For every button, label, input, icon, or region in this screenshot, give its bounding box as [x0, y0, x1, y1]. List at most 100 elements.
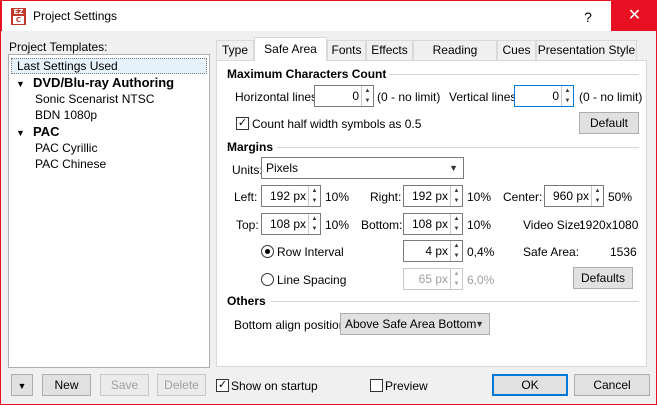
safe-area-label: Safe Area: — [523, 245, 580, 259]
bottom-align-label: Bottom align position: — [234, 318, 349, 332]
spinner-arrows-icon[interactable]: ▲ ▼ — [591, 186, 603, 206]
spinner-arrows-icon[interactable]: ▲ ▼ — [308, 214, 320, 234]
row-interval-percent: 0,4% — [467, 245, 495, 259]
half-width-label[interactable]: Count half width symbols as 0.5 — [252, 117, 421, 131]
right-margin-stepper[interactable]: 192 px ▲ ▼ — [403, 185, 463, 207]
left-margin-value: 192 px — [269, 189, 306, 203]
tab-effects[interactable]: Effects — [366, 40, 413, 60]
tab-type[interactable]: Type — [216, 40, 254, 60]
right-margin-label: Right: — [370, 190, 402, 204]
max-chars-divider — [389, 74, 639, 75]
bottom-align-value: Above Safe Area Bottom — [345, 317, 477, 331]
horizontal-lines-label: Horizontal lines: — [235, 90, 321, 104]
template-group-pac[interactable]: PAC — [33, 124, 59, 139]
safe-area-value: 1536 — [610, 245, 637, 259]
spinner-arrows-icon[interactable]: ▲ ▼ — [561, 86, 573, 106]
tab-reading-speed[interactable]: Reading Speed — [413, 40, 497, 75]
template-item-sonic-scenarist[interactable]: Sonic Scenarist NTSC — [35, 92, 154, 106]
tab-cues[interactable]: Cues — [497, 40, 536, 60]
new-template-button[interactable]: New — [42, 374, 91, 396]
row-interval-stepper[interactable]: 4 px ▲ ▼ — [403, 240, 463, 262]
left-margin-stepper[interactable]: 192 px ▲ ▼ — [261, 185, 321, 207]
right-margin-value: 192 px — [411, 189, 448, 203]
top-margin-percent: 10% — [325, 218, 350, 232]
spinner-arrows-icon[interactable]: ▲ ▼ — [308, 186, 320, 206]
chevron-down-icon: ▼ — [475, 319, 484, 329]
tab-safe-area[interactable]: Safe Area — [254, 37, 327, 61]
templates-label: Project Templates: — [9, 40, 108, 54]
ok-button[interactable]: OK — [492, 374, 568, 396]
delete-template-button[interactable]: Delete — [157, 374, 206, 396]
line-spacing-percent: 6,0% — [467, 273, 495, 287]
center-value: 960 px — [552, 189, 589, 203]
margins-divider — [277, 147, 639, 148]
spinner-arrows-icon[interactable]: ▲ ▼ — [450, 241, 462, 261]
close-icon: ✕ — [627, 7, 642, 24]
units-value: Pixels — [266, 161, 299, 175]
horizontal-lines-stepper[interactable]: 0 ▲ ▼ — [314, 85, 374, 107]
templates-tree[interactable]: Last Settings Used ▼ DVD/Blu-ray Authori… — [8, 54, 210, 368]
bottom-margin-percent: 10% — [467, 218, 492, 232]
video-size-label: Video Size: — [523, 218, 584, 232]
line-spacing-radio[interactable] — [261, 273, 274, 286]
bottom-margin-value: 108 px — [411, 217, 448, 231]
template-item-last-settings[interactable]: Last Settings Used — [11, 58, 207, 74]
vertical-lines-note: (0 - no limit) — [579, 90, 643, 104]
save-template-button[interactable]: Save — [100, 374, 149, 396]
cancel-button[interactable]: Cancel — [574, 374, 650, 396]
spinner-arrows-icon[interactable]: ▲ ▼ — [450, 214, 462, 234]
tab-presentation-style[interactable]: Presentation Style — [536, 40, 637, 60]
collapse-arrow-icon[interactable]: ▼ — [16, 79, 25, 89]
row-interval-radio[interactable] — [261, 245, 274, 258]
template-group-dvd[interactable]: DVD/Blu-ray Authoring — [33, 75, 174, 90]
margins-heading: Margins — [227, 140, 274, 154]
show-on-startup-checkbox[interactable]: ✓ — [216, 379, 229, 392]
close-button[interactable]: ✕ — [611, 1, 657, 31]
vertical-lines-stepper[interactable]: 0 ▲ ▼ — [514, 85, 574, 107]
line-spacing-value: 65 px — [418, 272, 448, 286]
app-icon-bottom-text: C — [13, 16, 24, 24]
template-item-bdn[interactable]: BDN 1080p — [35, 108, 97, 122]
template-item-pac-cyrillic[interactable]: PAC Cyrillic — [35, 141, 97, 155]
row-interval-label[interactable]: Row Interval — [277, 245, 344, 259]
top-margin-label: Top: — [236, 218, 259, 232]
chevron-down-icon: ▼ — [17, 381, 27, 391]
template-menu-button[interactable]: ▼ — [11, 374, 33, 396]
bottom-margin-stepper[interactable]: 108 px ▲ ▼ — [403, 213, 463, 235]
max-chars-heading: Maximum Characters Count — [227, 67, 387, 81]
horizontal-lines-note: (0 - no limit) — [377, 90, 441, 104]
center-stepper[interactable]: 960 px ▲ ▼ — [544, 185, 604, 207]
tab-fonts[interactable]: Fonts — [327, 40, 366, 60]
others-divider — [271, 301, 639, 302]
bottom-align-select[interactable]: Above Safe Area Bottom ▼ — [340, 313, 490, 335]
help-button[interactable]: ? — [572, 3, 604, 31]
units-select[interactable]: Pixels ▼ — [261, 157, 464, 179]
half-width-checkbox[interactable]: ✓ — [236, 117, 249, 130]
show-on-startup-label[interactable]: Show on startup — [231, 379, 318, 393]
app-icon-top-text: EZ — [13, 8, 24, 16]
bottom-margin-label: Bottom: — [361, 218, 403, 232]
spinner-arrows-icon[interactable]: ▲ ▼ — [450, 269, 462, 289]
left-margin-percent: 10% — [325, 190, 350, 204]
collapse-arrow-icon[interactable]: ▼ — [16, 128, 25, 138]
window-title: Project Settings — [33, 9, 118, 23]
project-settings-window: EZ C Project Settings ? ✕ Project Templa… — [0, 0, 657, 405]
app-icon: EZ C — [11, 8, 26, 25]
chevron-down-icon: ▼ — [449, 163, 458, 173]
title-bar[interactable]: EZ C Project Settings ? ✕ — [1, 0, 657, 31]
line-spacing-stepper[interactable]: 65 px ▲ ▼ — [403, 268, 463, 290]
defaults-button[interactable]: Defaults — [573, 267, 633, 289]
top-margin-stepper[interactable]: 108 px ▲ ▼ — [261, 213, 321, 235]
vertical-lines-value: 0 — [552, 89, 559, 103]
line-spacing-label[interactable]: Line Spacing — [277, 273, 346, 287]
preview-checkbox[interactable] — [370, 379, 383, 392]
template-item-pac-chinese[interactable]: PAC Chinese — [35, 157, 106, 171]
video-size-value: 1920x1080 — [579, 218, 639, 232]
spinner-arrows-icon[interactable]: ▲ ▼ — [361, 86, 373, 106]
horizontal-lines-value: 0 — [352, 89, 359, 103]
default-button[interactable]: Default — [579, 112, 639, 134]
preview-label[interactable]: Preview — [385, 379, 428, 393]
vertical-lines-label: Vertical lines: — [449, 90, 520, 104]
spinner-arrows-icon[interactable]: ▲ ▼ — [450, 186, 462, 206]
others-heading: Others — [227, 294, 266, 308]
